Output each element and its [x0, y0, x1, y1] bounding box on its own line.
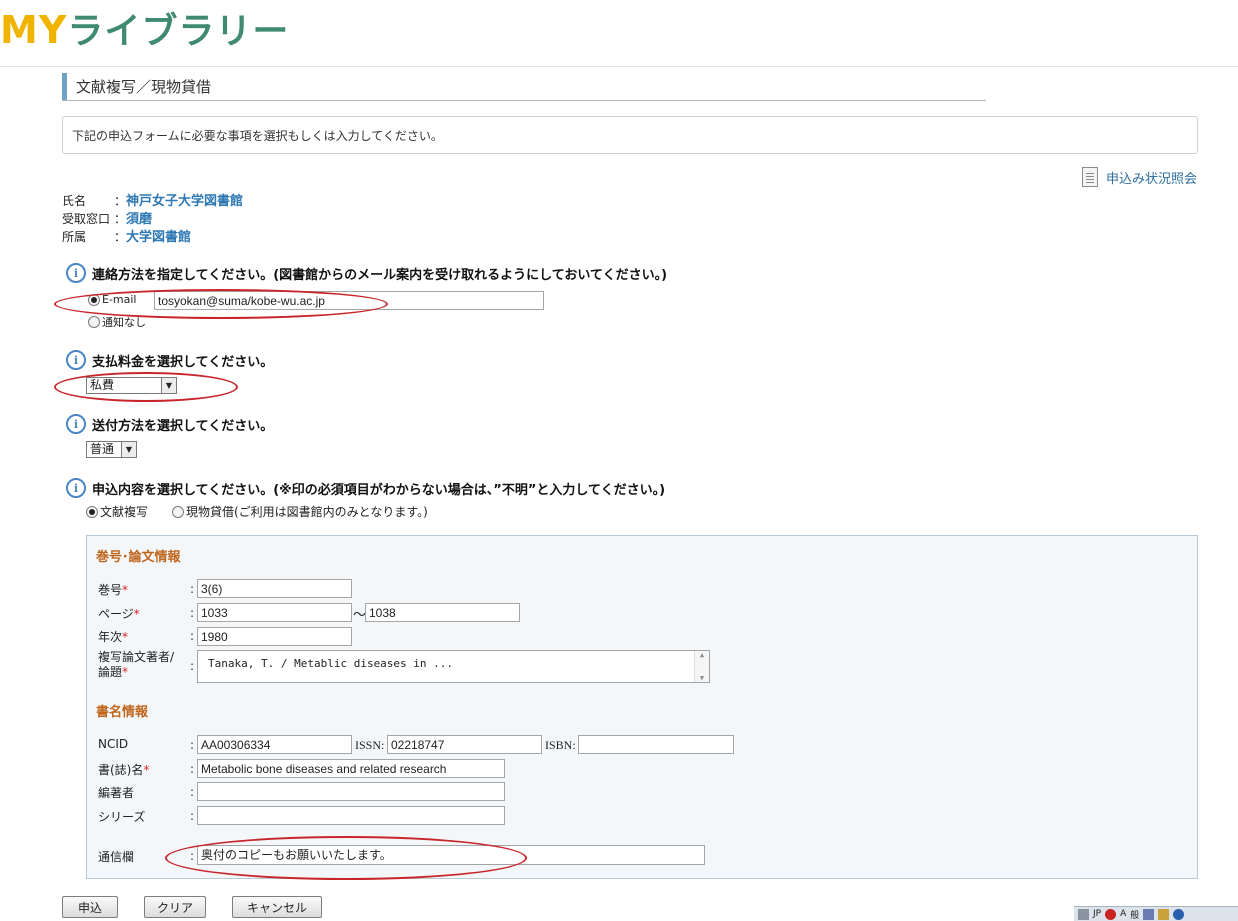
colon: : [190, 762, 195, 776]
loan-radio[interactable] [172, 505, 184, 518]
ime-mode-a[interactable]: A [1120, 909, 1126, 919]
section-accent-bar [62, 73, 67, 100]
loan-radio-label: 現物貸借(ご利用は図書館内のみとなります。) [186, 505, 428, 519]
page-from-field[interactable]: 1033 [197, 603, 352, 622]
affiliation-colon: ： [114, 230, 127, 244]
issn-field[interactable]: 02218747 [387, 735, 542, 754]
status-inquiry-link[interactable]: 申込み状況照会 [1082, 167, 1197, 187]
textarea-scrollbar[interactable]: ▲ ▼ [694, 651, 709, 682]
request-type-question: i 申込内容を選択してください。(※印の必須項目がわからない場合は、”不明”と入… [66, 478, 665, 498]
author-title-value: Tanaka, T. / Metablic diseases in ... [208, 657, 454, 670]
delivery-question: i 送付方法を選択してください。 [66, 414, 273, 434]
book-title-field[interactable]: Metabolic bone diseases and related rese… [197, 759, 505, 778]
language-indicator[interactable]: JP [1093, 909, 1101, 919]
user-name-label: 氏名 [62, 194, 87, 208]
info-icon: i [66, 350, 86, 370]
pickup-counter-colon: ： [114, 212, 127, 226]
colon: : [190, 606, 195, 620]
clear-button[interactable]: クリア [144, 896, 206, 918]
delivery-select-value: 普通 [90, 442, 115, 456]
delivery-question-text: 送付方法を選択してください。 [92, 418, 274, 434]
year-field[interactable]: 1980 [197, 627, 352, 646]
language-bar: JP A 般 [1074, 906, 1238, 921]
request-type-question-text: 申込内容を選択してください。(※印の必須項目がわからない場合は、”不明”と入力し… [92, 482, 666, 498]
issn-label: ISSN: [355, 738, 385, 752]
series-field[interactable] [197, 806, 505, 825]
year-label: 年次* [98, 630, 129, 644]
affiliation-label: 所属 [62, 230, 87, 244]
annotation-ellipse-message [165, 836, 527, 880]
colon: : [190, 809, 195, 823]
logo-library: ライブラリー [67, 11, 290, 52]
grip-icon [1078, 908, 1089, 920]
affiliation-row: 所属 ：大学図書館 [62, 226, 191, 245]
author-title-textarea[interactable]: Tanaka, T. / Metablic diseases in ... ▲ ▼ [197, 650, 710, 683]
copy-radio[interactable] [86, 505, 98, 518]
user-name-row: 氏名 ：神戸女子大学図書館 [62, 190, 243, 209]
series-label: シリーズ [98, 810, 146, 824]
page-title: 文献複写／現物貸借 [76, 78, 212, 96]
isbn-label: ISBN: [545, 738, 576, 752]
colon: : [190, 629, 195, 643]
colon: : [190, 785, 195, 799]
page-label: ページ* [98, 607, 140, 621]
book-info-heading: 書名情報 [96, 705, 149, 720]
info-icon: i [66, 414, 86, 434]
editor-label: 編著者 [98, 786, 135, 800]
copy-radio-label: 文献複写 [100, 505, 149, 519]
message-label: 通信欄 [98, 850, 135, 864]
status-inquiry-label: 申込み状況照会 [1106, 171, 1198, 187]
volume-label: 巻号* [98, 583, 129, 597]
user-name-colon: ： [114, 194, 127, 208]
book-title-label: 書(誌)名* [98, 763, 150, 777]
ncid-field[interactable]: AA00306334 [197, 735, 352, 754]
annotation-ellipse-payment [54, 372, 238, 402]
ime-icon[interactable] [1105, 908, 1117, 920]
instruction-text: 下記の申込フォームに必要な事項を選択もしくは入力してください。 [72, 129, 443, 143]
colon: : [190, 582, 195, 596]
user-name-value: 神戸女子大学図書館 [126, 194, 244, 209]
document-icon [1082, 167, 1098, 187]
affiliation-value: 大学図書館 [126, 230, 192, 245]
ncid-label: NCID [98, 737, 129, 751]
page-to-field[interactable]: 1038 [365, 603, 520, 622]
ime-mode-kanji[interactable]: 般 [1130, 908, 1139, 921]
contact-question-text: 連絡方法を指定してください。(図書館からのメール案内を受け取れるようにしておいて… [92, 267, 668, 283]
no-notify-radio[interactable] [88, 316, 100, 328]
help-icon[interactable] [1173, 908, 1185, 920]
colon: : [190, 659, 195, 673]
delivery-select[interactable]: 普通 ▼ [86, 441, 137, 458]
info-icon: i [66, 478, 86, 498]
contact-question: i 連絡方法を指定してください。(図書館からのメール案内を受け取れるようにしてお… [66, 263, 667, 283]
pickup-counter-label: 受取窓口 [62, 212, 111, 226]
editor-field[interactable] [197, 782, 505, 801]
colon: : [190, 738, 195, 752]
logo: MYライブラリー [0, 2, 289, 54]
isbn-field[interactable] [578, 735, 734, 754]
payment-question-text: 支払料金を選択してください。 [92, 354, 274, 370]
pickup-counter-value: 須磨 [126, 212, 153, 227]
volume-field[interactable]: 3(6) [197, 579, 352, 598]
payment-question: i 支払料金を選択してください。 [66, 350, 273, 370]
cancel-button[interactable]: キャンセル [232, 896, 322, 918]
author-title-label: 複写論文著者/ 論題* [98, 650, 175, 679]
logo-my: MY [0, 8, 68, 52]
pickup-counter-row: 受取窓口 ：須磨 [62, 208, 152, 227]
article-info-heading: 巻号･論文情報 [96, 550, 181, 565]
pad-icon[interactable] [1158, 908, 1170, 920]
annotation-ellipse-email [54, 289, 388, 319]
chevron-down-icon[interactable]: ▼ [121, 442, 136, 457]
tool-icon[interactable] [1143, 908, 1155, 920]
header-divider [0, 66, 1238, 67]
loan-radio-option[interactable]: 現物貸借(ご利用は図書館内のみとなります。) [172, 503, 428, 520]
info-icon: i [66, 263, 86, 283]
copy-radio-option[interactable]: 文献複写 [86, 503, 148, 520]
title-underline [62, 100, 986, 101]
submit-button[interactable]: 申込 [62, 896, 118, 918]
